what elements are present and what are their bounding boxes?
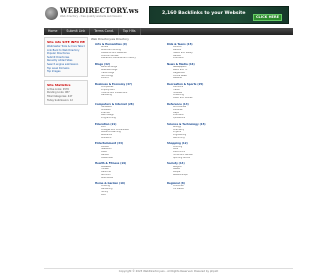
- sidebar-link[interactable]: Top Images: [47, 70, 85, 74]
- sidebar-stats-title: Site Statistics: [47, 82, 71, 87]
- left-sidebar: Site info SITE INFO HERE Webmaster Tools…: [44, 37, 88, 108]
- subcategory-link[interactable]: Literature, Libraries and History: [95, 57, 163, 60]
- category-block: Home & Garden (10) Cooking Gardening Family…: [95, 182, 163, 196]
- banner-click-button[interactable]: CLICK HERE: [252, 14, 282, 21]
- nav-top-hits[interactable]: Top Hits: [119, 28, 141, 35]
- main-content: Web Directory.ws Directory Arts & Humani…: [91, 37, 293, 199]
- category-block: Education (21) K-12 Colleges and Universit…: [95, 123, 163, 140]
- nav-submit-link[interactable]: Submit Link: [62, 28, 91, 35]
- subcategory-link[interactable]: Pets: [95, 194, 163, 197]
- banner-text: 2,160 Backlinks to your Website: [162, 11, 246, 16]
- subcategory-link[interactable]: Politics: [95, 77, 163, 80]
- category-block: Entertainment (33) Movies Television Music G…: [95, 142, 163, 159]
- category-block: Arts & Humanities (9) Artists Books and Wr…: [95, 43, 163, 60]
- category-block: Shopping (12) Clothing Gifts Electronics Hom…: [167, 142, 235, 159]
- sidebar-links-title: Site info SITE INFO HERE: [47, 40, 85, 44]
- top-navigation: Home Submit Link Terms Cond. Top Hits: [44, 28, 293, 35]
- subcategory-link[interactable]: Marketing: [95, 94, 163, 97]
- logo-tagline: Web directory - free quality website sub…: [60, 15, 122, 18]
- category-block: Science & Technology (15) Biology Chemistr…: [167, 123, 235, 140]
- subcategory-link[interactable]: US States: [167, 188, 235, 191]
- ad-banner[interactable]: 2,160 Backlinks to your Website CLICK HE…: [149, 6, 289, 24]
- category-block: Health & Fitness (19) Diseases Fitness Medi…: [95, 162, 163, 179]
- subcategory-link[interactable]: Music and Movies: [167, 97, 235, 100]
- sidebar-links-box: Site info SITE INFO HERE Webmaster Tools…: [44, 37, 88, 77]
- subcategory-link[interactable]: Relationships: [167, 174, 235, 177]
- breadcrumb: Web Directory.ws Directory: [91, 37, 129, 41]
- header: WEBDIRECTORY.ws Web directory - free qua…: [42, 6, 295, 26]
- category-grid: Arts & Humanities (9) Artists Books and Wr…: [95, 43, 235, 199]
- category-block: News & Media (16) Newspapers Radio and TV M…: [167, 63, 235, 80]
- category-block: Recreation & Sports (25) Outdoors Travel Ho…: [167, 83, 235, 100]
- subcategory-link[interactable]: Sporting Goods: [167, 157, 235, 160]
- site-logo[interactable]: WEBDIRECTORY.ws Web directory - free qua…: [45, 6, 139, 24]
- subcategory-link[interactable]: Programming: [95, 117, 163, 120]
- sidebar-stats-box: Site Statistics Active Links: 4576 Pendi…: [44, 79, 88, 106]
- stat-today-submission: Today Submission: 12: [47, 98, 73, 102]
- subcategory-link[interactable]: Weather: [167, 77, 235, 80]
- subcategory-link[interactable]: Celebrities: [95, 157, 163, 160]
- subcategory-link[interactable]: Astronomy: [167, 137, 235, 140]
- nav-terms[interactable]: Terms Cond.: [90, 28, 119, 35]
- page: WEBDIRECTORY.ws Web directory - free qua…: [42, 0, 295, 280]
- category-block: Business & Economy (47) Companies Employme…: [95, 83, 163, 100]
- subcategory-link[interactable]: Quotations: [167, 117, 235, 120]
- footer: Copyright © 2023 WebDirectory.ws - All R…: [44, 268, 293, 273]
- category-block: Reference (13) Dictionaries Libraries Maps E…: [167, 103, 235, 120]
- globe-logo-icon: [45, 7, 58, 20]
- subcategory-link[interactable]: Education: [167, 57, 235, 60]
- logo-text: WEBDIRECTORY.ws: [60, 6, 139, 15]
- subcategory-link[interactable]: Alternative: [95, 177, 163, 180]
- category-block: Regional (8) Countries US States: [167, 182, 235, 196]
- subcategory-link[interactable]: Academic: [95, 137, 163, 140]
- category-block: Society (14) Religion Issues People Relation…: [167, 162, 235, 179]
- nav-home[interactable]: Home: [44, 28, 63, 35]
- category-block: Kids & Teens (15) Cartoon Parents Health an…: [167, 43, 235, 60]
- category-block: Computers & Internet (28) Hardware Softwar…: [95, 103, 163, 120]
- category-block: Blogs (42) Personal Blogs Business Blogs Tr…: [95, 63, 163, 80]
